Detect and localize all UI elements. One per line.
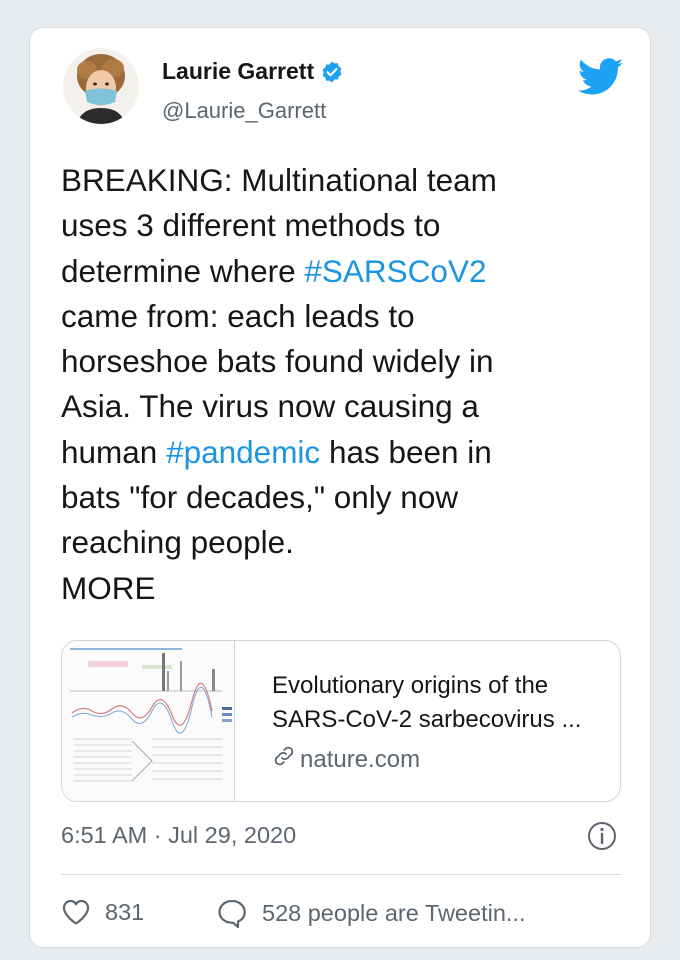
divider	[61, 874, 621, 875]
tweet-text-line: reaching people.	[61, 520, 621, 565]
link-card-title-line[interactable]: Evolutionary origins of the	[272, 669, 612, 703]
reply-button[interactable]: 528 people are Tweetin...	[216, 898, 525, 928]
avatar[interactable]	[63, 48, 139, 124]
like-count: 831	[105, 898, 145, 925]
like-button[interactable]: 831	[61, 898, 144, 926]
reply-bubble-icon[interactable]	[216, 898, 248, 928]
tweet-text-segment: bats "for decades," only now	[61, 479, 459, 516]
link-card-domain[interactable]: nature.com	[272, 744, 420, 775]
talking-text[interactable]: 528 people are Tweetin...	[262, 900, 525, 927]
verified-badge-icon	[320, 60, 344, 84]
tweet-text-line: determine where #SARSCoV2	[61, 249, 621, 294]
tweet-text-segment: determine where	[61, 252, 305, 289]
link-card-thumbnail[interactable]	[62, 641, 235, 801]
link-card-title-line[interactable]: SARS-CoV-2 sarbecovirus ...	[272, 703, 612, 737]
tweet-text-line: BREAKING: Multinational team	[61, 158, 621, 203]
tweet-text-segment: Asia. The virus now causing a	[61, 388, 479, 425]
tweet-text-line: human #pandemic has been in	[61, 430, 621, 475]
heart-icon[interactable]	[61, 898, 91, 926]
tweet-text-segment: came from: each leads to	[61, 297, 415, 334]
tweet-text-line: uses 3 different methods to	[61, 203, 621, 248]
hashtag-link[interactable]: #pandemic	[166, 434, 320, 470]
tweet-text-segment: BREAKING: Multinational team	[61, 162, 497, 198]
author-name-text[interactable]: Laurie Garrett	[162, 58, 314, 85]
tweet-text-line: bats "for decades," only now	[61, 475, 621, 520]
tweet-text-segment: MORE	[61, 569, 156, 606]
tweet-text-line: horseshoe bats found widely in	[61, 339, 621, 384]
author-name[interactable]: Laurie Garrett	[162, 58, 344, 85]
tweet-text-segment: human	[61, 433, 167, 470]
tweet-text: BREAKING: Multinational team uses 3 diffe…	[61, 158, 621, 611]
tweet-text-line: MORE	[61, 566, 621, 611]
link-card-domain-text[interactable]: nature.com	[300, 746, 420, 774]
twitter-bird-icon[interactable]	[577, 58, 624, 96]
author-handle[interactable]: @Laurie_Garrett	[162, 98, 326, 124]
link-card[interactable]: Evolutionary origins of the SARS-CoV-2 s…	[61, 640, 621, 802]
link-card-title[interactable]: Evolutionary origins of the SARS-CoV-2 s…	[272, 669, 612, 737]
link-icon	[272, 744, 296, 775]
hashtag-link[interactable]: #SARSCoV2	[304, 253, 486, 289]
info-icon[interactable]	[586, 820, 618, 852]
tweet-text-segment: uses 3 different methods to	[61, 207, 441, 244]
tweet-text-segment: reaching people.	[61, 524, 294, 561]
tweet-text-segment: has been in	[320, 433, 492, 470]
tweet-text-line: came from: each leads to	[61, 294, 621, 339]
tweet-text-segment: horseshoe bats found widely in	[61, 343, 494, 380]
tweet-text-line: Asia. The virus now causing a	[61, 384, 621, 429]
timestamp[interactable]: 6:51 AM · Jul 29, 2020	[61, 822, 296, 849]
tweet-card: Laurie Garrett @Laurie_Garrett BREAKING:…	[29, 27, 651, 948]
